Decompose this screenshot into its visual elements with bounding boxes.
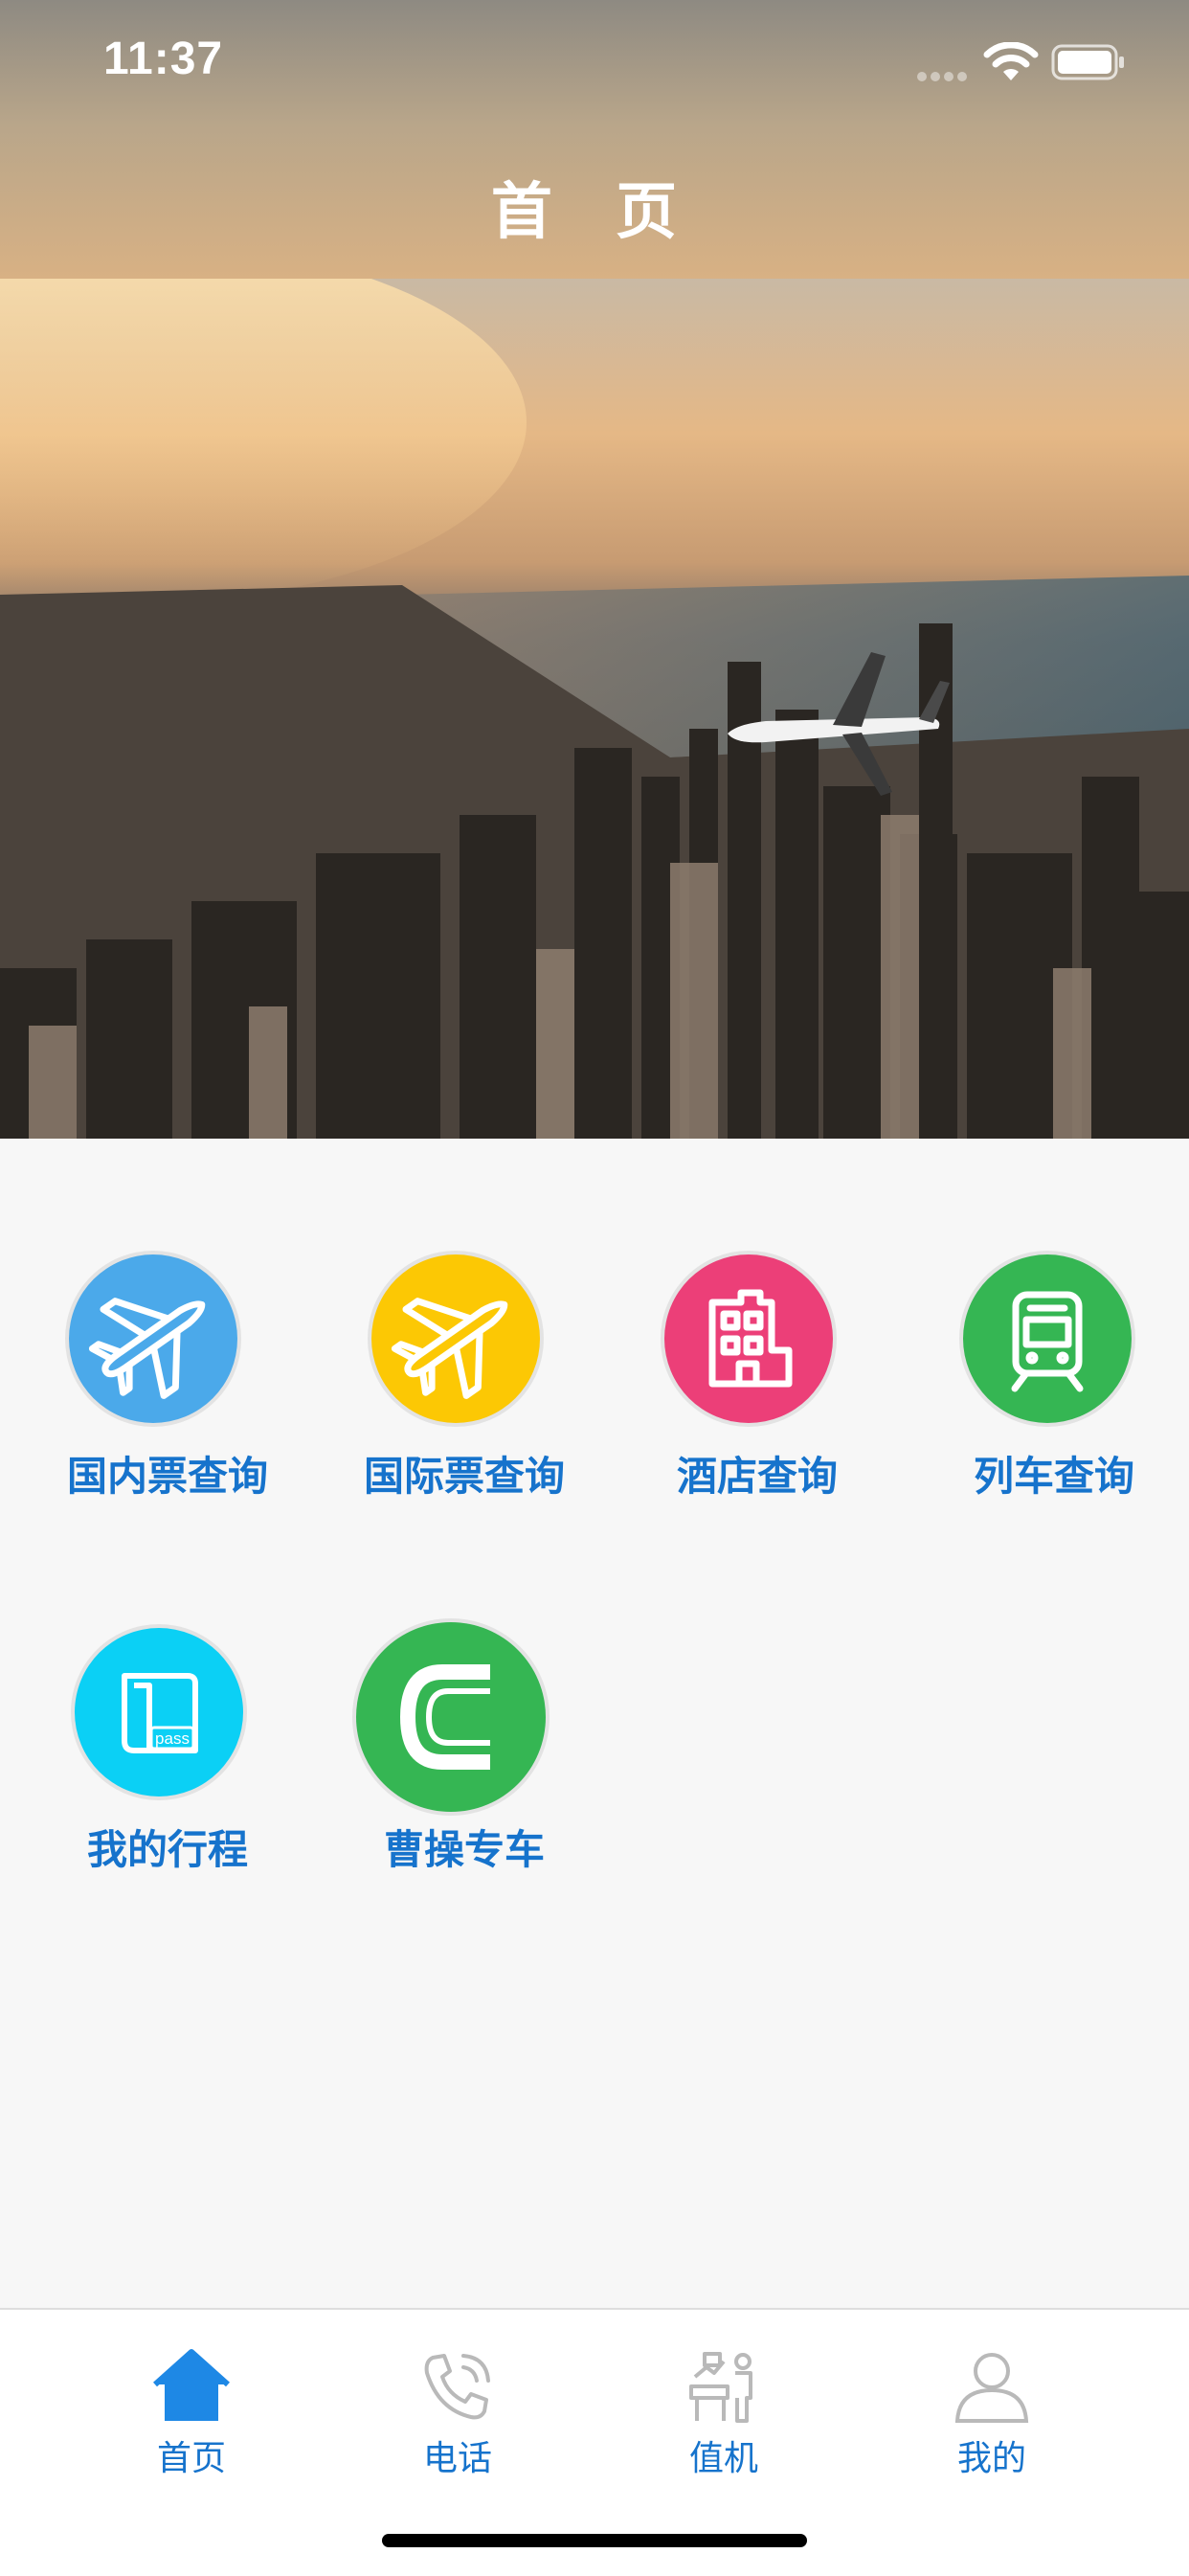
banner-image[interactable] [0,279,1189,1139]
pass-icon: pass [75,1628,243,1796]
wifi-icon [983,42,1039,80]
home-indicator [382,2534,807,2547]
tab-mine[interactable]: 我的 [906,2329,1078,2478]
tab-mine-label: 我的 [956,2439,1026,2478]
tab-phone-label: 电话 [422,2439,492,2478]
my-itinerary-button[interactable]: pass 我的行程 [48,1628,287,1887]
city-skyline-image [0,279,1189,1139]
header: 11:37 首 页 [0,0,1189,279]
pass-badge-text: pass [155,1729,190,1748]
domestic-flight-query-label: 国内票查询 [66,1453,268,1500]
checkin-icon [689,2352,752,2423]
airplane-icon [69,1254,237,1423]
train-query-label: 列车查询 [973,1453,1134,1500]
home-icon [153,2349,230,2421]
tab-phone[interactable]: 电话 [371,2329,544,2478]
tab-home[interactable]: 首页 [105,2329,278,2478]
cellular-signal-icon [917,67,971,81]
caocao-logo-icon [356,1622,546,1812]
tab-checkin-label: 值机 [688,2439,758,2478]
user-icon [954,2353,1029,2423]
phone-icon [424,2354,490,2420]
tab-checkin[interactable]: 值机 [638,2329,810,2478]
international-flight-query-button[interactable]: 国际票查询 [345,1254,584,1513]
page-title: 首 页 [490,177,699,248]
airplane-icon [371,1254,540,1423]
train-icon [963,1254,1132,1423]
tab-home-label: 首页 [156,2439,226,2478]
hotel-icon [664,1254,833,1423]
international-flight-query-label: 国际票查询 [363,1453,565,1500]
my-itinerary-label: 我的行程 [86,1826,248,1873]
hotel-query-label: 酒店查询 [676,1453,838,1500]
status-time: 11:37 [103,34,224,84]
domestic-flight-query-button[interactable]: 国内票查询 [48,1254,287,1513]
train-query-button[interactable]: 列车查询 [934,1254,1174,1513]
caocao-car-button[interactable]: 曹操专车 [345,1622,584,1887]
battery-icon [1051,44,1124,80]
caocao-car-label: 曹操专车 [383,1826,545,1873]
hotel-query-button[interactable]: 酒店查询 [638,1254,877,1513]
